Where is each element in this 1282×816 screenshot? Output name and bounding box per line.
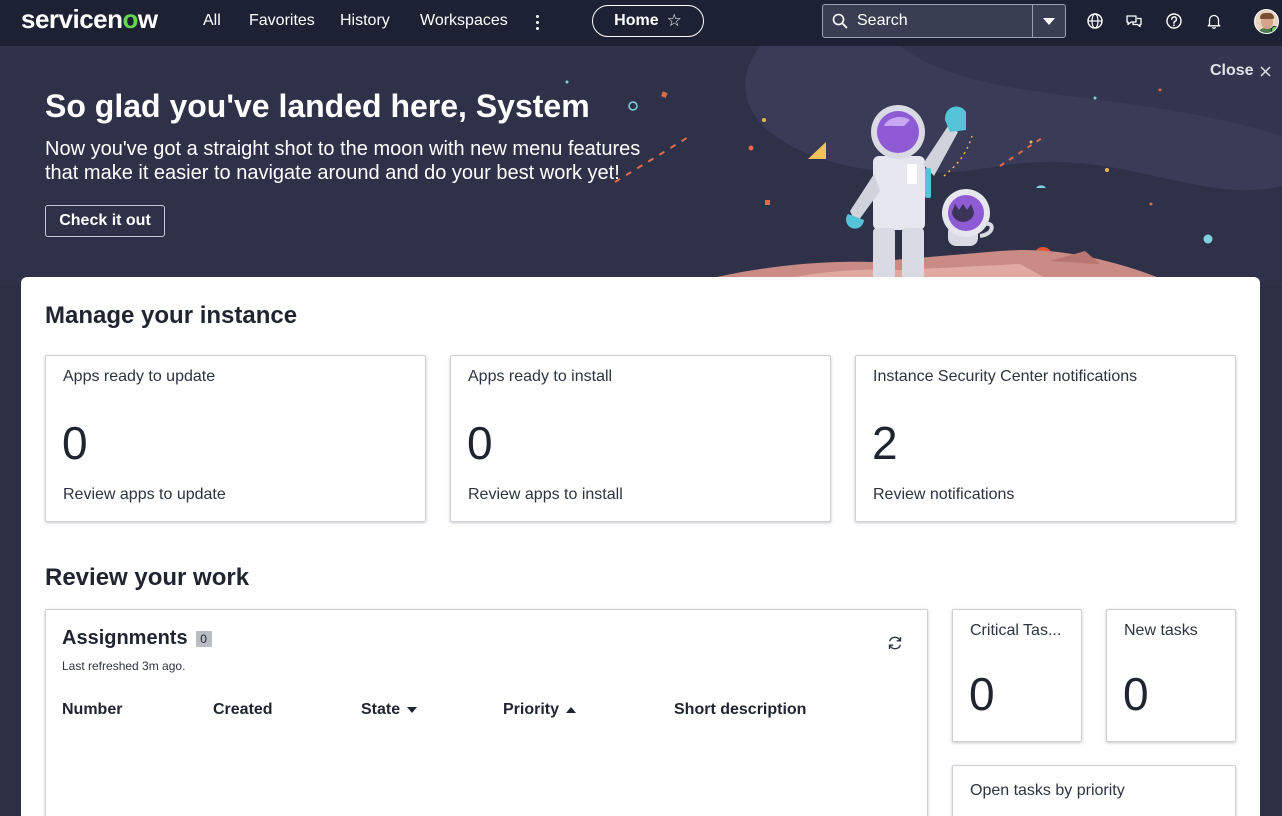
refresh-icon[interactable]: [886, 634, 904, 652]
servicenow-logo[interactable]: servicenow: [21, 4, 158, 35]
column-label: State: [361, 701, 401, 718]
open-tasks-by-priority-widget: Open tasks by priority: [952, 765, 1236, 816]
apps-install-tile[interactable]: Apps ready to install 0 Review apps to i…: [450, 355, 831, 522]
chat-icon[interactable]: [1125, 12, 1143, 30]
star-icon[interactable]: ☆: [667, 11, 682, 31]
column-header-state[interactable]: State: [361, 701, 418, 719]
column-label: Short description: [674, 701, 807, 718]
new-tasks-tile[interactable]: New tasks 0: [1106, 609, 1236, 742]
more-menu-icon[interactable]: [529, 9, 545, 35]
tile-label: Instance Security Center notifications: [873, 368, 1138, 385]
search-icon: [832, 13, 848, 29]
tile-label: New tasks: [1124, 622, 1198, 639]
sort-descending-icon: [407, 707, 418, 713]
tile-value: 2: [872, 417, 898, 469]
search-scope-dropdown[interactable]: [1032, 5, 1065, 37]
security-center-tile[interactable]: Instance Security Center notifications 2…: [855, 355, 1236, 522]
help-icon[interactable]: [1165, 12, 1183, 30]
assignments-title: Assignments 0: [62, 627, 212, 650]
tile-value: 0: [62, 417, 88, 469]
assignments-heading: Assignments: [62, 627, 188, 649]
review-apps-update-link[interactable]: Review apps to update: [63, 486, 226, 504]
check-it-out-button[interactable]: Check it out: [45, 205, 165, 237]
column-label: Number: [62, 701, 123, 718]
search-placeholder: Search: [857, 12, 908, 29]
review-apps-install-link[interactable]: Review apps to install: [468, 486, 623, 504]
logo-text-end: w: [137, 4, 158, 34]
assignments-count-badge: 0: [195, 630, 212, 647]
main-content-card: Manage your instance Apps ready to updat…: [21, 277, 1260, 816]
assignments-widget: Assignments 0 Last refreshed 3m ago. Num…: [45, 609, 928, 816]
globe-icon[interactable]: [1086, 12, 1104, 30]
close-banner-button[interactable]: Close: [1210, 62, 1271, 80]
apps-update-tile[interactable]: Apps ready to update 0 Review apps to up…: [45, 355, 426, 522]
welcome-banner: So glad you've landed here, System Now y…: [0, 46, 1282, 286]
close-label: Close: [1210, 62, 1254, 79]
global-search[interactable]: Search: [822, 4, 1066, 38]
tile-value: 0: [969, 668, 995, 720]
online-status-dot: [1271, 26, 1278, 33]
home-pill-button[interactable]: Home ☆: [592, 5, 704, 37]
logo-text-o: o: [122, 4, 139, 34]
tile-value: 0: [467, 417, 493, 469]
user-avatar[interactable]: [1254, 9, 1279, 34]
widget-title: Open tasks by priority: [970, 782, 1125, 799]
column-label: Priority: [503, 701, 560, 718]
column-header-number[interactable]: Number: [62, 701, 122, 719]
nav-item-favorites[interactable]: Favorites: [249, 12, 315, 30]
last-refreshed-text: Last refreshed 3m ago.: [62, 659, 186, 673]
close-icon: [1260, 65, 1271, 77]
top-navigation-bar: servicenow All Favorites History Workspa…: [0, 0, 1282, 46]
critical-tasks-tile[interactable]: Critical Tas... 0: [952, 609, 1082, 742]
nav-item-all[interactable]: All: [203, 12, 221, 30]
tile-label: Critical Tas...: [970, 622, 1062, 639]
chevron-down-icon: [1043, 17, 1055, 25]
manage-section-title: Manage your instance: [45, 302, 298, 329]
nav-item-history[interactable]: History: [340, 12, 390, 30]
nav-item-workspaces[interactable]: Workspaces: [420, 12, 508, 30]
sort-ascending-icon: [566, 707, 577, 713]
column-label: Created: [213, 701, 273, 718]
column-header-priority[interactable]: Priority: [503, 701, 577, 719]
home-label: Home: [614, 12, 659, 29]
review-notifications-link[interactable]: Review notifications: [873, 486, 1014, 504]
review-section-title: Review your work: [45, 564, 250, 591]
hero-title: So glad you've landed here, System: [45, 88, 590, 124]
search-input[interactable]: Search: [823, 5, 1032, 37]
notifications-bell-icon[interactable]: [1205, 12, 1223, 30]
column-header-short-description[interactable]: Short description: [674, 701, 806, 719]
tile-label: Apps ready to install: [468, 368, 613, 385]
hero-subtitle: Now you've got a straight shot to the mo…: [45, 138, 641, 184]
column-header-created[interactable]: Created: [213, 701, 273, 719]
cat-astronaut-illustration: [942, 189, 994, 246]
tile-label: Apps ready to update: [63, 368, 216, 385]
tile-value: 0: [1123, 668, 1149, 720]
logo-text-start: servicen: [21, 4, 123, 34]
